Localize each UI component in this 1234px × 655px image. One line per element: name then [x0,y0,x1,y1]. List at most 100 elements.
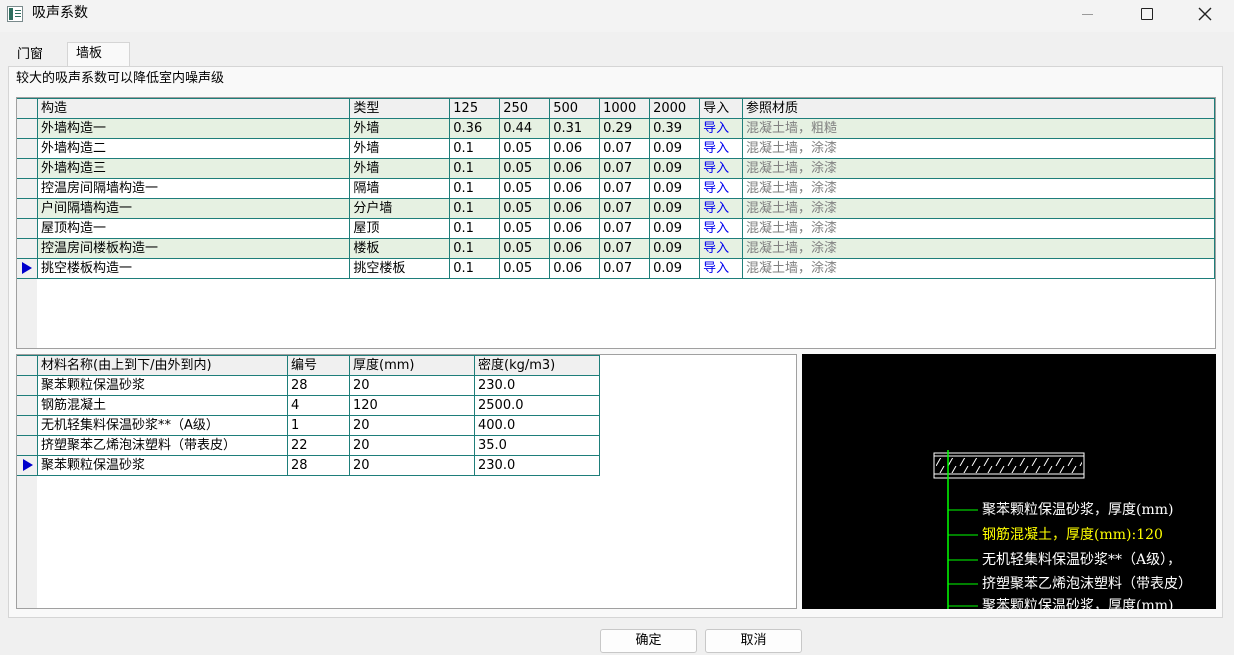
table-row[interactable]: 户间隔墙构造一 分户墙 0.1 0.05 0.06 0.07 0.09 导入 混凝土墙，涂漆 [17,198,1215,219]
table-cell[interactable]: 0.05 [499,218,551,239]
table-row[interactable]: 挑空楼板构造一 挑空楼板 0.1 0.05 0.06 0.07 0.09 导入 混凝土墙，涂漆 [17,258,1215,279]
import-link[interactable]: 导入 [699,118,744,139]
row-header[interactable] [17,198,38,219]
table-cell[interactable]: 0.06 [549,138,601,159]
table-cell[interactable]: 2500.0 [474,395,600,416]
table-cell[interactable]: 外墙 [349,118,451,139]
table-cell[interactable]: 0.1 [449,238,501,259]
column-header[interactable]: 导入 [699,98,744,119]
column-header[interactable]: 1000 [599,98,651,119]
table-cell[interactable]: 0.07 [599,238,651,259]
table-cell[interactable]: 400.0 [474,415,600,436]
table-cell[interactable]: 0.09 [649,258,701,279]
reference-material-cell[interactable]: 混凝土墙，涂漆 [742,138,1215,159]
table-cell[interactable]: 0.06 [549,218,601,239]
table-cell[interactable]: 0.07 [599,218,651,239]
table-cell[interactable]: 0.05 [499,178,551,199]
row-header[interactable] [17,158,38,179]
row-header[interactable] [17,218,38,239]
reference-material-cell[interactable]: 混凝土墙，涂漆 [742,178,1215,199]
reference-material-cell[interactable]: 混凝土墙，涂漆 [742,158,1215,179]
table-cell[interactable]: 0.09 [649,198,701,219]
table-cell[interactable]: 0.29 [599,118,651,139]
table-cell[interactable]: 1 [287,415,350,436]
table-cell[interactable]: 20 [349,415,475,436]
table-cell[interactable]: 0.09 [649,218,701,239]
table-row[interactable]: 聚苯颗粒保温砂浆 28 20 230.0 [17,375,600,396]
row-header[interactable] [17,455,38,476]
table-cell[interactable]: 230.0 [474,455,600,476]
table-cell[interactable]: 外墙构造二 [36,138,351,159]
reference-material-cell[interactable]: 混凝土墙，粗糙 [742,118,1215,139]
table-cell[interactable]: 120 [349,395,475,416]
table-cell[interactable]: 0.36 [449,118,501,139]
row-header[interactable] [17,395,38,416]
table-cell[interactable]: 22 [287,435,350,456]
table-row[interactable]: 外墙构造二 外墙 0.1 0.05 0.06 0.07 0.09 导入 混凝土墙，涂漆 [17,138,1215,159]
table-cell[interactable]: 无机轻集料保温砂浆**（A级） [37,415,288,436]
table-cell[interactable]: 控温房间楼板构造一 [36,238,351,259]
table-cell[interactable]: 聚苯颗粒保温砂浆 [37,375,288,396]
table-cell[interactable]: 0.44 [499,118,551,139]
table-row[interactable]: 外墙构造三 外墙 0.1 0.05 0.06 0.07 0.09 导入 混凝土墙，涂漆 [17,158,1215,179]
row-header[interactable] [17,375,38,396]
row-header[interactable] [17,435,38,456]
table-cell[interactable]: 0.06 [549,178,601,199]
column-header[interactable]: 250 [499,98,551,119]
table-row[interactable]: 外墙构造一 外墙 0.36 0.44 0.31 0.29 0.39 导入 混凝土墙，粗糙 [17,118,1215,139]
table-cell[interactable]: 0.09 [649,158,701,179]
column-header[interactable]: 厚度(mm) [349,355,475,376]
table-cell[interactable]: 20 [349,375,475,396]
column-header[interactable]: 2000 [649,98,701,119]
table-cell[interactable]: 0.09 [649,238,701,259]
table-row[interactable]: 钢筋混凝土 4 120 2500.0 [17,395,600,416]
table-cell[interactable]: 0.1 [449,138,501,159]
table-cell[interactable]: 28 [287,455,350,476]
row-header[interactable] [17,178,38,199]
table-cell[interactable]: 0.1 [449,158,501,179]
import-link[interactable]: 导入 [699,198,744,219]
column-header[interactable]: 密度(kg/m3) [474,355,600,376]
import-link[interactable]: 导入 [699,218,744,239]
table-cell[interactable]: 楼板 [349,238,451,259]
reference-material-cell[interactable]: 混凝土墙，涂漆 [742,218,1215,239]
tab-doors-windows[interactable]: 门窗 [9,44,69,68]
import-link[interactable]: 导入 [699,258,744,279]
table-cell[interactable]: 35.0 [474,435,600,456]
close-button[interactable] [1182,0,1228,28]
table-cell[interactable]: 0.06 [549,258,601,279]
row-header[interactable] [17,238,38,259]
table-cell[interactable]: 20 [349,455,475,476]
table-cell[interactable]: 屋顶构造一 [36,218,351,239]
table-cell[interactable]: 28 [287,375,350,396]
table-cell[interactable]: 挤塑聚苯乙烯泡沫塑料（带表皮） [37,435,288,456]
row-header[interactable] [17,415,38,436]
column-header[interactable]: 125 [449,98,501,119]
table-cell[interactable]: 20 [349,435,475,456]
table-cell[interactable]: 0.07 [599,178,651,199]
table-cell[interactable]: 0.09 [649,178,701,199]
table-row[interactable]: 控温房间隔墙构造一 隔墙 0.1 0.05 0.06 0.07 0.09 导入 混凝土墙，涂漆 [17,178,1215,199]
table-cell[interactable]: 挑空楼板 [349,258,451,279]
column-header[interactable]: 参照材质 [742,98,1215,119]
table-row[interactable]: 无机轻集料保温砂浆**（A级） 1 20 400.0 [17,415,600,436]
row-header[interactable] [17,138,38,159]
row-header[interactable] [17,118,38,139]
table-cell[interactable]: 0.07 [599,258,651,279]
table-cell[interactable]: 分户墙 [349,198,451,219]
table-cell[interactable]: 户间隔墙构造一 [36,198,351,219]
minimize-button[interactable] [1064,0,1110,28]
table-cell[interactable]: 挑空楼板构造一 [36,258,351,279]
table-cell[interactable]: 外墙 [349,138,451,159]
table-cell[interactable]: 0.05 [499,138,551,159]
table-cell[interactable]: 隔墙 [349,178,451,199]
column-header[interactable]: 500 [549,98,601,119]
table-cell[interactable]: 0.1 [449,218,501,239]
maximize-button[interactable] [1124,0,1170,28]
table-row[interactable]: 屋顶构造一 屋顶 0.1 0.05 0.06 0.07 0.09 导入 混凝土墙，涂漆 [17,218,1215,239]
table-cell[interactable]: 0.07 [599,198,651,219]
table-cell[interactable]: 0.1 [449,198,501,219]
reference-material-cell[interactable]: 混凝土墙，涂漆 [742,238,1215,259]
column-header[interactable]: 材料名称(由上到下/由外到内) [37,355,288,376]
table-cell[interactable]: 控温房间隔墙构造一 [36,178,351,199]
